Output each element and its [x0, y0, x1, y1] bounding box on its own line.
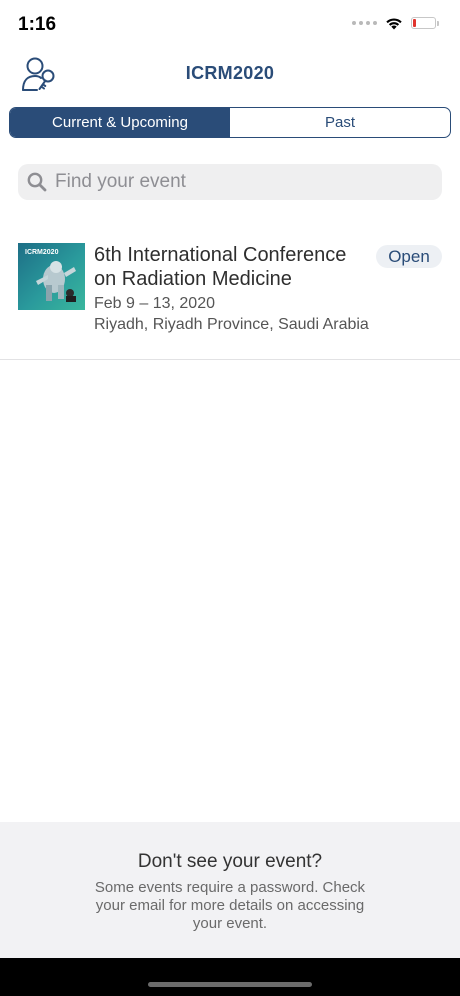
- page-title: ICRM2020: [185, 63, 275, 83]
- tab-current-upcoming[interactable]: Current & Upcoming: [10, 108, 230, 137]
- event-filter-segmented-control: Current & Upcoming Past: [9, 107, 451, 138]
- event-title: 6th International Conference on Radiatio…: [94, 244, 347, 290]
- status-icons: [352, 16, 439, 30]
- footer-help: Don't see your event? Some events requir…: [0, 822, 460, 958]
- tab-past[interactable]: Past: [230, 108, 450, 137]
- signal-dots-icon: [352, 21, 377, 25]
- footer-text: Some events require a password. Check yo…: [94, 879, 366, 932]
- home-indicator-area: [0, 958, 460, 996]
- search-icon: [27, 172, 47, 192]
- status-time: 1:16: [18, 14, 57, 35]
- event-date: Feb 9 – 13, 2020: [94, 295, 215, 312]
- wifi-icon: [386, 18, 402, 30]
- search-input[interactable]: [55, 171, 442, 193]
- status-bar: 1:16: [0, 0, 460, 48]
- thumbnail-logo-text: ICRM2020: [25, 249, 59, 256]
- footer-title: Don't see your event?: [137, 851, 323, 872]
- status-badge: Open: [376, 245, 442, 268]
- search-bar: [18, 164, 442, 200]
- home-indicator[interactable]: [148, 982, 312, 987]
- event-thumbnail: ICRM2020: [18, 243, 85, 310]
- nav-bar: ICRM2020: [0, 50, 460, 100]
- event-location: Riyadh, Riyadh Province, Saudi Arabia: [94, 316, 369, 333]
- event-list-item[interactable]: ICRM2020 6th International Conference on…: [0, 232, 460, 360]
- battery-low-icon: [411, 17, 439, 29]
